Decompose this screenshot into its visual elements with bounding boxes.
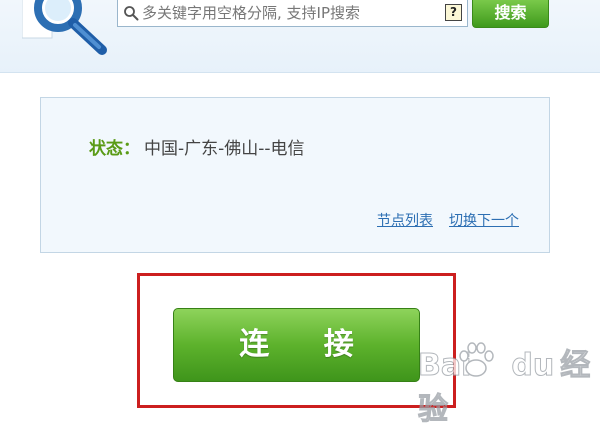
help-icon[interactable]: ? [445,4,462,21]
node-list-link[interactable]: 节点列表 [377,213,433,229]
switch-next-link[interactable]: 切换下一个 [449,213,519,229]
search-button[interactable]: 搜索 [472,0,549,28]
status-panel: 状态： 中国-广东-佛山--电信 节点列表 切换下一个 [40,97,550,253]
status-row: 状态： 中国-广东-佛山--电信 [89,134,305,159]
status-value: 中国-广东-佛山--电信 [144,139,305,159]
magnifier-logo-icon [22,0,107,55]
baidu-watermark: Bai du 经验 [370,332,595,428]
watermark-brand: Bai du 经验 [417,348,591,428]
search-box: ? [117,0,468,27]
search-icon [124,6,139,21]
panel-links: 节点列表 切换下一个 [361,210,519,230]
status-label: 状态： [89,139,140,159]
search-input[interactable] [142,1,438,25]
baidu-paw-icon [459,342,494,377]
